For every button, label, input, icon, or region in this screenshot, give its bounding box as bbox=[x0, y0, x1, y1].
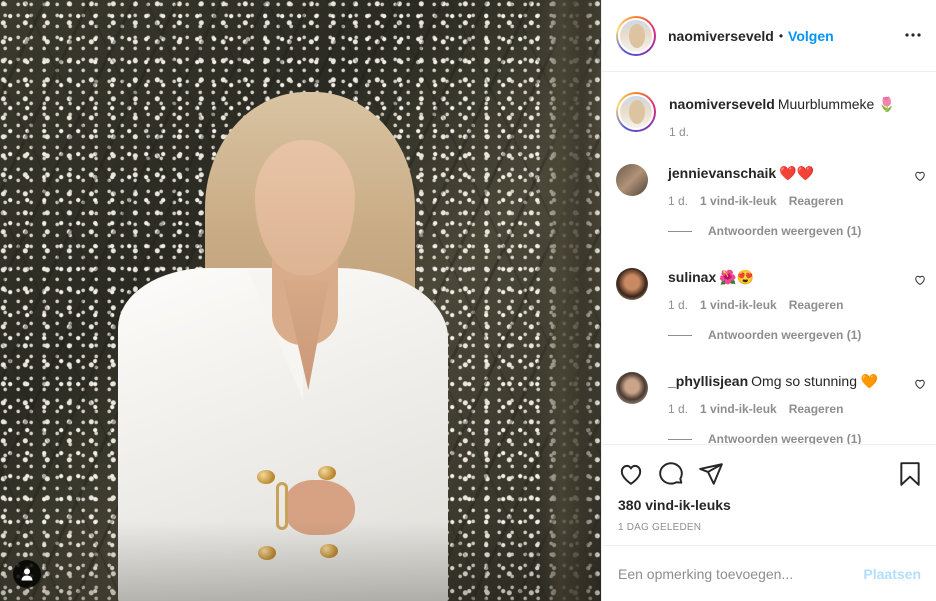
comment-likes[interactable]: 1 vind-ik-leuk bbox=[700, 402, 777, 416]
caption-text: Muurblummeke 🌷 bbox=[777, 96, 896, 112]
comment-username[interactable]: jennievanschaik bbox=[668, 165, 776, 181]
follow-button[interactable]: Volgen bbox=[788, 28, 834, 44]
post-timestamp[interactable]: 1 DAG GELEDEN bbox=[618, 522, 701, 533]
reply-button[interactable]: Reageren bbox=[789, 402, 844, 416]
bookmark-icon[interactable] bbox=[897, 461, 923, 487]
action-bar: 380 vind-ik-leuks 1 DAG GELEDEN bbox=[602, 444, 936, 545]
comments-list[interactable]: naomiverseveld Muurblummeke 🌷 1 d. jennie… bbox=[602, 72, 936, 444]
replies-line bbox=[668, 334, 692, 336]
photo-gold-button bbox=[318, 466, 336, 480]
likes-count[interactable]: 380 vind-ik-leuks bbox=[618, 497, 731, 513]
comment-composer: Een opmerking toevoegen... Plaatsen bbox=[602, 545, 936, 601]
comment-heart-icon[interactable] bbox=[914, 170, 926, 182]
more-options-icon[interactable] bbox=[903, 25, 923, 45]
comment-time[interactable]: 1 d. bbox=[668, 402, 688, 416]
post-comment-button[interactable]: Plaatsen bbox=[863, 566, 921, 582]
caption-time[interactable]: 1 d. bbox=[669, 125, 689, 139]
separator-dot: • bbox=[778, 28, 784, 43]
comment-heart-icon[interactable] bbox=[914, 378, 926, 390]
view-replies-label: Antwoorden weergeven (1) bbox=[708, 432, 862, 444]
comment-heart-icon[interactable] bbox=[914, 274, 926, 286]
comment-likes[interactable]: 1 vind-ik-leuk bbox=[700, 194, 777, 208]
author-avatar[interactable] bbox=[616, 15, 656, 56]
comment-input[interactable]: Een opmerking toevoegen... bbox=[618, 566, 863, 582]
caption-avatar[interactable] bbox=[616, 92, 656, 132]
photo-gold-button bbox=[257, 470, 275, 484]
comment-text: Omg so stunning 🧡 bbox=[751, 373, 879, 389]
view-replies-label: Antwoorden weergeven (1) bbox=[708, 224, 862, 238]
comment-text: ❤️❤️ bbox=[779, 165, 815, 181]
tree-trunk bbox=[540, 0, 600, 601]
comment-avatar[interactable] bbox=[616, 164, 648, 196]
view-replies-label: Antwoorden weergeven (1) bbox=[708, 328, 862, 342]
heart-icon[interactable] bbox=[618, 461, 644, 487]
comment-avatar[interactable] bbox=[616, 268, 648, 300]
comment-username[interactable]: _phyllisjean bbox=[668, 373, 748, 389]
comment-avatar[interactable] bbox=[616, 372, 648, 404]
author-username[interactable]: naomiverseveld bbox=[668, 28, 774, 44]
comment-icon[interactable] bbox=[658, 461, 684, 487]
comment-text: 🌺😍 bbox=[719, 269, 755, 285]
view-replies-button[interactable]: Antwoorden weergeven (1) bbox=[668, 328, 908, 342]
user-tag-icon[interactable] bbox=[13, 560, 41, 588]
post-header: naomiverseveld • Volgen bbox=[602, 0, 936, 72]
caption-username[interactable]: naomiverseveld bbox=[669, 96, 775, 112]
reply-button[interactable]: Reageren bbox=[789, 298, 844, 312]
comment-likes[interactable]: 1 vind-ik-leuk bbox=[700, 298, 777, 312]
photo-shade bbox=[0, 521, 601, 601]
replies-line bbox=[668, 230, 692, 232]
post-side-panel: naomiverseveld • Volgen naomiverseveld Mu… bbox=[601, 0, 936, 601]
replies-line bbox=[668, 438, 692, 440]
share-icon[interactable] bbox=[698, 461, 724, 487]
comment-time[interactable]: 1 d. bbox=[668, 194, 688, 208]
view-replies-button[interactable]: Antwoorden weergeven (1) bbox=[668, 224, 908, 238]
post-photo[interactable] bbox=[0, 0, 601, 601]
comment-time[interactable]: 1 d. bbox=[668, 298, 688, 312]
comment-username[interactable]: sulinax bbox=[668, 269, 716, 285]
reply-button[interactable]: Reageren bbox=[789, 194, 844, 208]
view-replies-button[interactable]: Antwoorden weergeven (1) bbox=[668, 432, 908, 444]
